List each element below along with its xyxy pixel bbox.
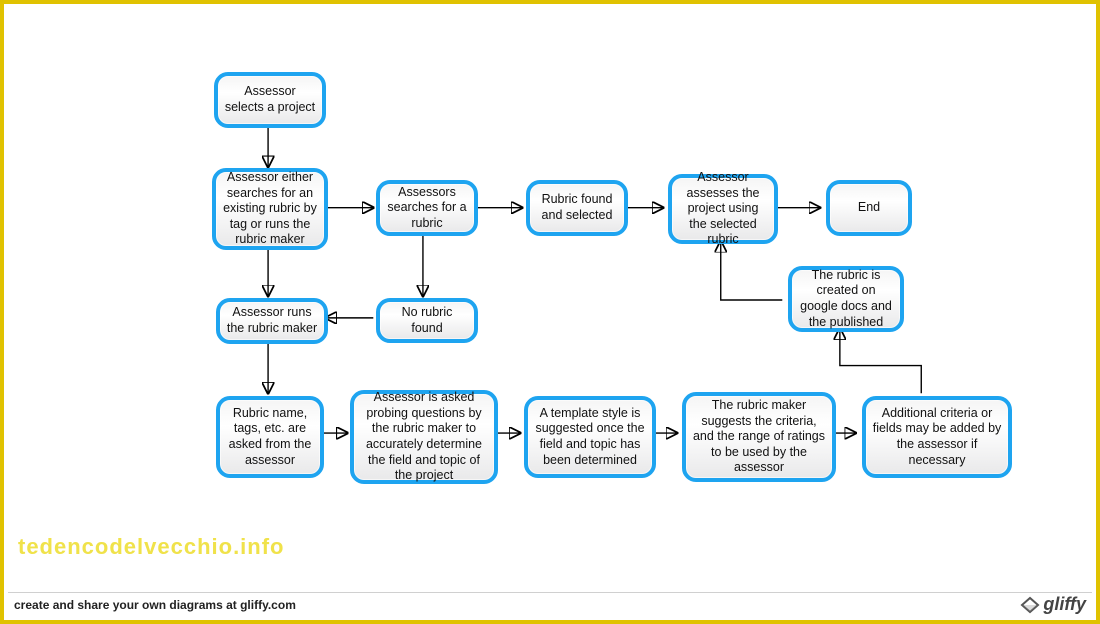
node-rubric-name-tags: Rubric name, tags, etc. are asked from t… [216, 396, 324, 478]
node-rubric-created: The rubric is created on google docs and… [788, 266, 904, 332]
node-text: Assessor is asked probing questions by t… [360, 390, 488, 484]
node-searches-rubric: Assessors searches for a rubric [376, 180, 478, 236]
node-text: Rubric name, tags, etc. are asked from t… [226, 406, 314, 469]
node-text: End [858, 200, 880, 216]
brand-logo: gliffy [1019, 594, 1086, 615]
node-probing-questions: Assessor is asked probing questions by t… [350, 390, 498, 484]
arrows-layer [8, 8, 1092, 592]
node-suggests-criteria: The rubric maker suggests the criteria, … [682, 392, 836, 482]
node-additional-criteria: Additional criteria or fields may be add… [862, 396, 1012, 478]
node-template-style: A template style is suggested once the f… [524, 396, 656, 478]
node-text: The rubric is created on google docs and… [798, 268, 894, 331]
node-text: No rubric found [386, 305, 468, 336]
node-text: Rubric found and selected [536, 192, 618, 223]
node-assessor-selects-project: Assessor selects a project [214, 72, 326, 128]
node-text: Additional criteria or fields may be add… [872, 406, 1002, 469]
brand-text: gliffy [1043, 594, 1086, 615]
gliffy-icon [1019, 595, 1041, 615]
node-text: Assessor either searches for an existing… [222, 170, 318, 248]
node-end: End [826, 180, 912, 236]
node-runs-maker: Assessor runs the rubric maker [216, 298, 328, 344]
node-search-or-run: Assessor either searches for an existing… [212, 168, 328, 250]
node-rubric-found: Rubric found and selected [526, 180, 628, 236]
diagram-canvas: Assessor selects a project Assessor eith… [8, 8, 1092, 592]
footer-text: create and share your own diagrams at gl… [14, 598, 296, 612]
node-text: Assessor assesses the project using the … [678, 170, 768, 248]
node-text: A template style is suggested once the f… [534, 406, 646, 469]
watermark-text: tedencodelvecchio.info [18, 534, 285, 560]
node-text: The rubric maker suggests the criteria, … [692, 398, 826, 476]
diagram-frame: Assessor selects a project Assessor eith… [0, 0, 1100, 624]
node-text: Assessor runs the rubric maker [226, 305, 318, 336]
node-text: Assessor selects a project [224, 84, 316, 115]
node-assess-project: Assessor assesses the project using the … [668, 174, 778, 244]
node-no-rubric: No rubric found [376, 298, 478, 343]
node-text: Assessors searches for a rubric [386, 185, 468, 232]
footer-bar: create and share your own diagrams at gl… [8, 592, 1092, 616]
